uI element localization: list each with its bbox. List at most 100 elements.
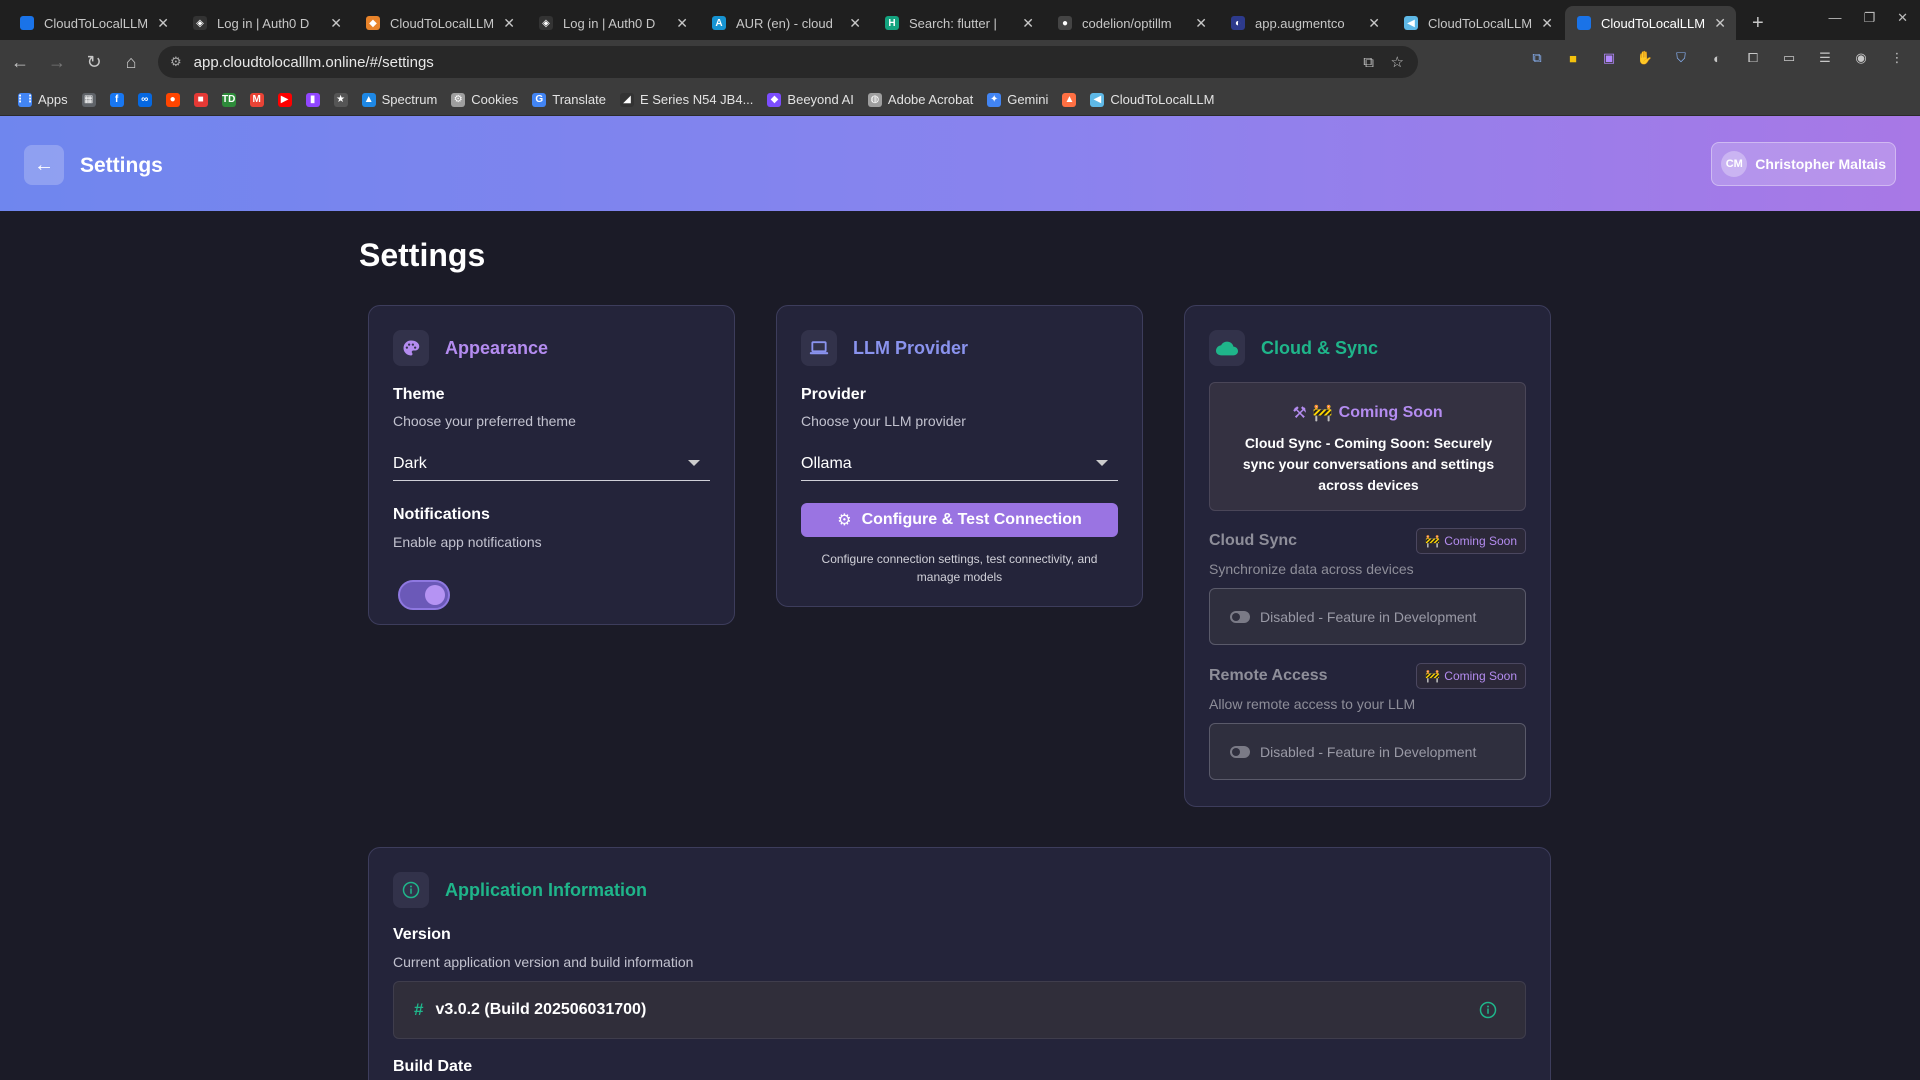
media-queue-icon[interactable]: ☰ (1814, 47, 1836, 69)
configure-test-connection-button[interactable]: ⚙ Configure & Test Connection (801, 503, 1118, 537)
globe-icon: ◍ (867, 92, 882, 107)
bookmark-item[interactable]: ▶ (277, 92, 292, 107)
bookmark-item[interactable]: ◍ Adobe Acrobat (867, 92, 974, 107)
tab-close-icon[interactable]: ✕ (1195, 15, 1207, 32)
bookmark-item[interactable]: ◆ Beeyond AI (767, 92, 854, 107)
bookmark-label: E Series N54 JB4... (639, 92, 754, 107)
tab-favicon-icon: H (885, 16, 899, 30)
bookmark-item[interactable]: ⋮⋮ Apps (15, 92, 68, 107)
bookmark-item[interactable]: ◀ CloudToLocalLLM (1090, 92, 1214, 107)
construction-icon: 🚧 (1312, 405, 1333, 422)
twitch-icon: ▮ (305, 92, 320, 107)
tab-close-icon[interactable]: ✕ (503, 15, 515, 32)
coming-soon-banner: ⚒ 🚧 Coming Soon Cloud Sync - Coming Soon… (1209, 382, 1526, 511)
user-menu-button[interactable]: CM Christopher Maltais (1711, 142, 1896, 186)
version-description: Current application version and build in… (393, 954, 694, 970)
tab-close-icon[interactable]: ✕ (1368, 15, 1380, 32)
back-button[interactable]: ← (24, 145, 64, 185)
bookmark-item[interactable]: ⚙ Cookies (451, 92, 518, 107)
browser-tab[interactable]: H Search: flutter | ✕ (873, 6, 1044, 40)
bookmark-item[interactable]: ◢ E Series N54 JB4... (619, 92, 754, 107)
car-icon: ◢ (619, 92, 634, 107)
window-controls: — ❐ ✕ (1828, 10, 1908, 26)
tab-close-icon[interactable]: ✕ (157, 15, 169, 32)
bookmark-item[interactable]: ▮ (305, 92, 320, 107)
address-bar[interactable]: ⚙ app.cloudtolocalllm.online/#/settings … (158, 46, 1418, 78)
tab-close-icon[interactable]: ✕ (1541, 15, 1553, 32)
tab-title: CloudToLocalLLM (44, 15, 149, 31)
url-text: app.cloudtolocalllm.online/#/settings (193, 53, 434, 71)
llm-provider-title: LLM Provider (853, 337, 969, 358)
tab-close-icon[interactable]: ✕ (330, 15, 342, 32)
extensions-puzzle-icon[interactable]: ⧠ (1742, 47, 1764, 69)
bookmark-item[interactable]: ∞ (137, 92, 152, 107)
bookmark-item[interactable]: ▦ (81, 92, 96, 107)
cloud-icon (1209, 330, 1245, 366)
badge-extension-icon[interactable]: ▣ (1598, 47, 1620, 69)
tab-close-icon[interactable]: ✕ (849, 15, 861, 32)
bookmark-label: Spectrum (381, 92, 438, 107)
bookmark-item[interactable]: ▲ Spectrum (361, 92, 438, 107)
tab-close-icon[interactable]: ✕ (676, 15, 688, 32)
browser-tab-bar: CloudToLocalLLM ✕ ◈ Log in | Auth0 D ✕ ◆ Cloud… (0, 0, 1920, 40)
cloud-sync-coming-soon-badge: 🚧 Coming Soon (1416, 528, 1526, 554)
tab-favicon-icon: ◆ (366, 16, 380, 30)
bookmark-item[interactable]: G Translate (532, 92, 606, 107)
configure-button-label: Configure & Test Connection (861, 511, 1082, 528)
browser-tab[interactable]: CloudToLocalLLM ✕ (8, 6, 179, 40)
notes-extension-icon[interactable]: ■ (1562, 47, 1584, 69)
reload-icon[interactable]: ↻ (77, 45, 111, 79)
more-menu-icon[interactable]: ⋮ (1886, 47, 1908, 69)
avatar: CM (1721, 151, 1748, 177)
tab-close-icon[interactable]: ✕ (1022, 15, 1034, 32)
close-window-icon[interactable]: ✕ (1897, 10, 1908, 26)
bitwarden-icon[interactable]: ⛉ (1670, 47, 1692, 69)
restore-icon[interactable]: ❐ (1863, 10, 1875, 26)
tab-favicon-icon: A (712, 16, 726, 30)
bookmark-item[interactable]: ✦ Gemini (987, 92, 1048, 107)
tab-favicon-icon: ◐ (1231, 16, 1245, 30)
bookmark-item[interactable]: ★ (333, 92, 348, 107)
bookmark-label: Adobe Acrobat (887, 92, 974, 107)
application-information-title: Application Information (445, 879, 647, 900)
side-panel-icon[interactable]: ▭ (1778, 47, 1800, 69)
new-tab-button[interactable]: + (1752, 6, 1764, 40)
browser-tab[interactable]: ◈ Log in | Auth0 D ✕ (527, 6, 698, 40)
bookmark-item[interactable]: f (109, 92, 124, 107)
notifications-toggle[interactable] (398, 580, 450, 610)
moon-extension-icon[interactable]: ◐ (1706, 47, 1728, 69)
meta-icon: ∞ (137, 92, 152, 107)
bookmark-item[interactable]: TD (221, 92, 236, 107)
browser-tab[interactable]: ◐ app.augmentco ✕ (1219, 6, 1390, 40)
bookmark-item[interactable]: ▲ (1062, 92, 1077, 107)
provider-select[interactable]: Ollama (801, 447, 1118, 481)
cloud-sync-status: Disabled - Feature in Development (1260, 608, 1477, 625)
hand-extension-icon[interactable]: ✋ (1634, 47, 1656, 69)
site-info-icon[interactable]: ⚙ (170, 54, 182, 70)
forward-arrow-icon[interactable]: → (40, 45, 74, 79)
browser-tab[interactable]: CloudToLocalLLM ✕ (1565, 6, 1736, 40)
home-icon[interactable]: ⌂ (114, 45, 148, 79)
install-app-icon[interactable]: ⧉ (1363, 54, 1374, 71)
minimize-icon[interactable]: — (1828, 10, 1841, 26)
bookmark-item[interactable]: M (249, 92, 264, 107)
theme-select[interactable]: Dark (393, 447, 710, 481)
browser-tab[interactable]: ◀ CloudToLocalLLM ✕ (1392, 6, 1563, 40)
browser-tab[interactable]: ◆ CloudToLocalLLM ✕ (354, 6, 525, 40)
info-icon[interactable] (1479, 1001, 1497, 1024)
tab-title: app.augmentco (1255, 15, 1345, 31)
theme-description: Choose your preferred theme (393, 413, 576, 429)
application-information-card: Application Information Version Current … (368, 847, 1551, 1080)
bookmark-item[interactable]: ■ (193, 92, 208, 107)
bookmark-item[interactable]: ● (165, 92, 180, 107)
browser-tab[interactable]: ● codelion/optillm ✕ (1046, 6, 1217, 40)
back-arrow-icon[interactable]: ← (3, 45, 37, 79)
bookmark-star-icon[interactable]: ☆ (1391, 53, 1404, 71)
translate-extension-icon[interactable]: ⧉ (1526, 47, 1548, 69)
browser-tab[interactable]: ◈ Log in | Auth0 D ✕ (181, 6, 352, 40)
toggle-knob (425, 585, 445, 605)
remote-access-disabled-field: Disabled - Feature in Development (1209, 723, 1526, 780)
profile-avatar-icon[interactable]: ◉ (1850, 47, 1872, 69)
browser-tab[interactable]: A AUR (en) - cloud ✕ (700, 6, 871, 40)
tab-close-icon[interactable]: ✕ (1714, 15, 1726, 32)
